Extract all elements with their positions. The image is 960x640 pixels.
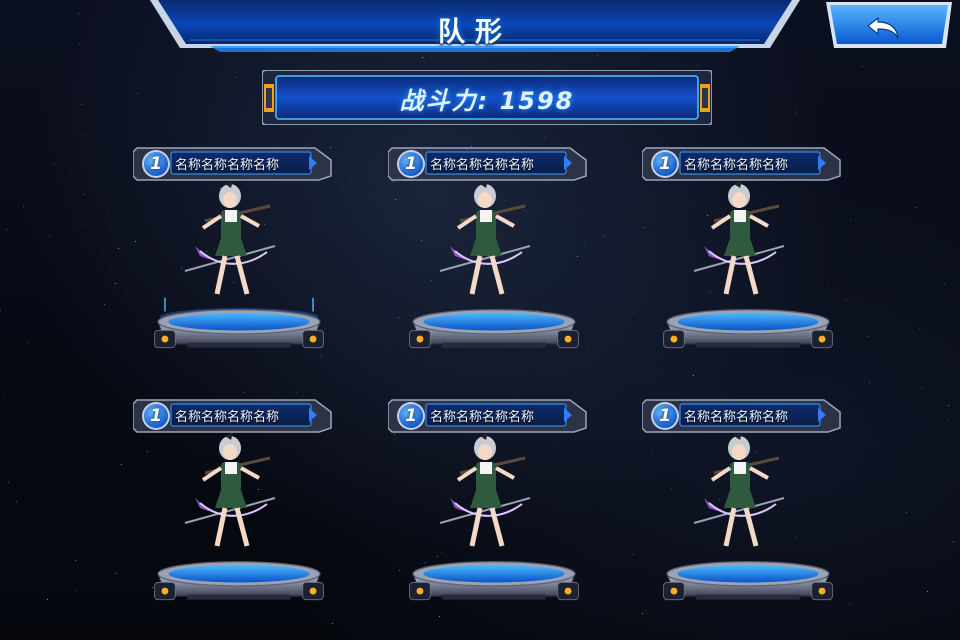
hero-name-plate: 1 名称名称名称名称 xyxy=(642,146,842,182)
formation-screen: 队形 战斗力: 1598 1 名称名称名称名称 1 名称名称名称名称 1 名称名… xyxy=(0,0,960,640)
hero-character[interactable] xyxy=(175,176,285,306)
star xyxy=(909,380,910,381)
star xyxy=(0,310,1,311)
star xyxy=(27,342,28,343)
page-title: 队形 xyxy=(438,17,512,48)
star xyxy=(948,405,949,406)
hero-name: 名称名称名称名称 xyxy=(684,158,789,173)
star xyxy=(235,77,236,78)
star xyxy=(121,464,122,465)
hero-level-badge: 1 xyxy=(405,154,417,174)
star xyxy=(545,137,546,138)
star xyxy=(604,236,605,237)
star xyxy=(927,591,928,592)
battle-power-bar: 战斗力: 1598 xyxy=(262,70,712,125)
star xyxy=(84,194,85,195)
hero-name-plate: 1 名称名称名称名称 xyxy=(388,398,588,434)
star xyxy=(78,13,79,14)
star xyxy=(79,43,80,44)
star xyxy=(948,420,949,421)
star xyxy=(81,104,82,105)
formation-slot[interactable]: 1 名称名称名称名称 xyxy=(388,398,598,618)
hero-level-badge: 1 xyxy=(150,154,162,174)
formation-slot[interactable]: 1 名称名称名称名称 xyxy=(642,146,852,366)
hero-character[interactable] xyxy=(430,428,540,558)
hero-character[interactable] xyxy=(684,176,794,306)
star xyxy=(104,304,105,305)
star xyxy=(23,206,24,207)
hero-name: 名称名称名称名称 xyxy=(175,410,280,425)
star xyxy=(82,134,83,135)
formation-slot[interactable]: 1 名称名称名称名称 xyxy=(133,146,343,366)
star xyxy=(869,382,870,383)
star xyxy=(3,395,4,396)
star xyxy=(697,65,698,66)
star xyxy=(915,207,916,208)
title-banner: 队形 xyxy=(150,0,800,56)
star xyxy=(16,501,17,502)
star xyxy=(85,224,86,225)
hero-character[interactable] xyxy=(684,428,794,558)
star xyxy=(49,235,50,236)
star xyxy=(137,93,138,94)
hero-level-badge: 1 xyxy=(150,406,162,426)
star xyxy=(244,392,245,393)
star xyxy=(115,283,116,284)
star xyxy=(921,388,922,389)
star xyxy=(6,229,7,230)
hero-character[interactable] xyxy=(430,176,540,306)
hero-name-plate: 1 名称名称名称名称 xyxy=(133,146,333,182)
star xyxy=(422,57,423,58)
star xyxy=(953,541,954,542)
battle-power-text: 战斗力: 1598 xyxy=(399,87,575,115)
hero-level-badge: 1 xyxy=(659,154,671,174)
hero-level-badge: 1 xyxy=(405,406,417,426)
star xyxy=(944,284,945,285)
hero-name: 名称名称名称名称 xyxy=(175,158,280,173)
star xyxy=(107,209,108,210)
hero-name-plate: 1 名称名称名称名称 xyxy=(133,398,333,434)
star xyxy=(332,623,333,624)
star xyxy=(76,590,77,591)
star xyxy=(47,599,48,600)
hero-name-plate: 1 名称名称名称名称 xyxy=(388,146,588,182)
star xyxy=(858,168,859,169)
star xyxy=(795,107,796,108)
star xyxy=(130,105,131,106)
star xyxy=(8,482,9,483)
star xyxy=(118,248,119,249)
hero-name-plate: 1 名称名称名称名称 xyxy=(642,398,842,434)
star xyxy=(693,375,694,376)
hero-level-badge: 1 xyxy=(659,406,671,426)
star xyxy=(906,512,907,513)
hero-name: 名称名称名称名称 xyxy=(430,410,535,425)
star xyxy=(795,113,796,114)
star xyxy=(868,336,869,337)
formation-slot[interactable]: 1 名称名称名称名称 xyxy=(388,146,598,366)
back-button[interactable] xyxy=(826,2,952,50)
star xyxy=(54,163,55,164)
hero-name: 名称名称名称名称 xyxy=(684,410,789,425)
star xyxy=(633,313,634,314)
star xyxy=(75,560,76,561)
hero-character[interactable] xyxy=(175,428,285,558)
formation-slot[interactable]: 1 名称名称名称名称 xyxy=(642,398,852,618)
star xyxy=(431,57,432,58)
star xyxy=(296,392,297,393)
formation-slot[interactable]: 1 名称名称名称名称 xyxy=(133,398,343,618)
hero-name: 名称名称名称名称 xyxy=(430,158,535,173)
star xyxy=(632,554,633,555)
star xyxy=(115,573,116,574)
star xyxy=(919,328,920,329)
star xyxy=(862,66,863,67)
